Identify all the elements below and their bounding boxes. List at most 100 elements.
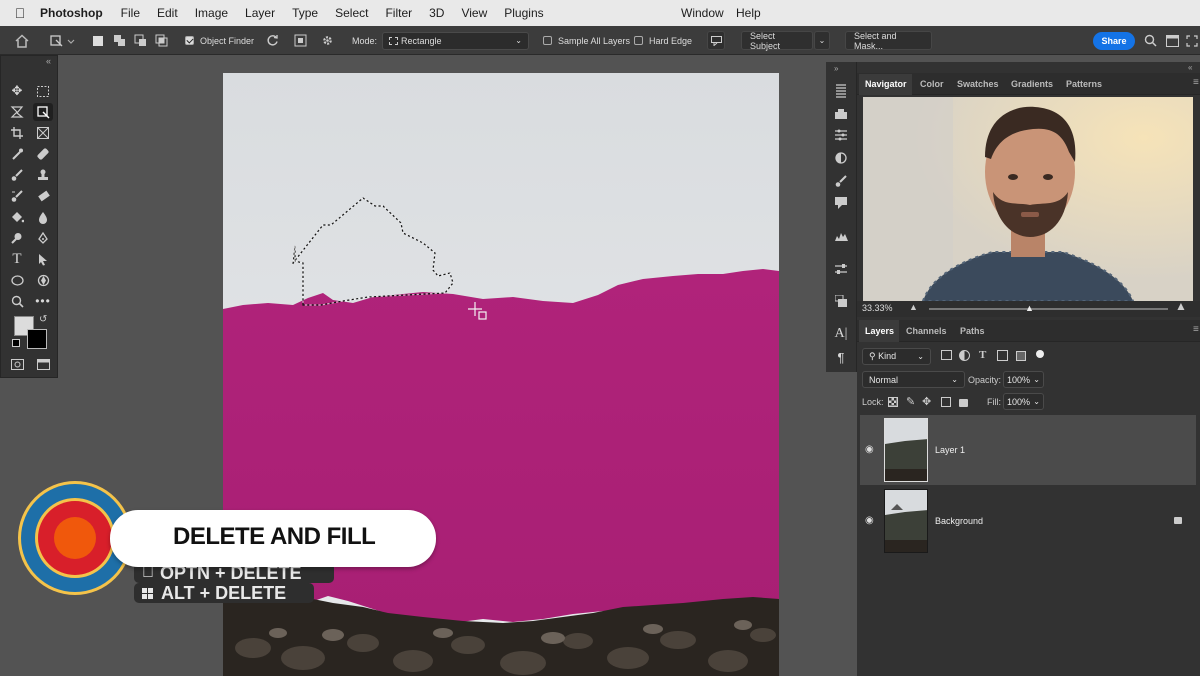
select-subject-dropdown[interactable]: ⌄ (814, 31, 830, 50)
refresh-icon[interactable] (266, 26, 279, 55)
menu-select[interactable]: Select (335, 6, 368, 20)
eyedropper-tool-icon[interactable] (7, 145, 27, 163)
layer-kind-filter[interactable]: ⚲ Kind ⌄ (862, 348, 931, 365)
eye-icon[interactable]: ◉ (865, 444, 874, 455)
marquee-tool-icon[interactable] (33, 82, 53, 100)
background-color-swatch[interactable] (27, 329, 47, 349)
brush-tool-icon[interactable] (7, 166, 27, 184)
paragraph-panel-icon[interactable]: ¶ (831, 348, 851, 366)
collapse-panels-icon[interactable]: « (1188, 63, 1192, 72)
object-finder-checkbox[interactable]: Object Finder (185, 26, 254, 55)
feedback-icon[interactable] (707, 26, 725, 55)
navigator-zoom-value[interactable]: 33.33% (862, 303, 893, 313)
gear-icon[interactable] (321, 26, 334, 55)
type-tool-icon[interactable]: T (7, 250, 27, 268)
rotate-view-tool-icon[interactable] (33, 271, 53, 289)
clone-stamp-tool-icon[interactable] (33, 166, 53, 184)
ellipse-tool-icon[interactable] (7, 271, 27, 289)
filter-smart-object-icon[interactable] (1016, 351, 1026, 361)
layer-name[interactable]: Layer 1 (935, 445, 965, 455)
lock-position-icon[interactable]: ✥ (922, 395, 931, 408)
zoom-slider-thumb[interactable]: ▲ (1025, 303, 1034, 313)
select-and-mask-button[interactable]: Select and Mask... (845, 31, 932, 51)
lock-all-icon[interactable] (959, 399, 968, 407)
properties-panel-icon[interactable] (831, 149, 851, 167)
filter-toggle-icon[interactable] (1036, 350, 1044, 358)
paint-bucket-tool-icon[interactable] (7, 208, 27, 226)
layer-comps-panel-icon[interactable] (831, 292, 851, 310)
add-selection-icon[interactable] (113, 26, 126, 55)
screen-mode-icon[interactable] (33, 355, 53, 373)
mode-select[interactable]: Rectangle ⌄ (382, 31, 529, 50)
fill-input[interactable]: 100% ⌄ (1003, 393, 1044, 410)
menu-image[interactable]: Image (195, 6, 228, 20)
menu-window[interactable]: Window (681, 6, 724, 20)
tab-layers[interactable]: Layers (865, 326, 894, 336)
swap-colors-icon[interactable]: ↺ (39, 314, 47, 325)
home-icon[interactable] (14, 26, 30, 55)
sample-all-layers-checkbox[interactable]: Sample All Layers (543, 26, 630, 55)
menu-view[interactable]: View (461, 6, 487, 20)
lock-artboard-icon[interactable] (941, 397, 951, 407)
blend-mode-select[interactable]: Normal ⌄ (862, 371, 965, 388)
menu-3d[interactable]: 3D (429, 6, 444, 20)
tab-navigator[interactable]: Navigator (865, 79, 907, 89)
quick-mask-icon[interactable] (7, 355, 27, 373)
eraser-tool-icon[interactable] (33, 187, 53, 205)
menu-help[interactable]: Help (736, 6, 761, 20)
tab-color[interactable]: Color (920, 79, 944, 89)
menu-file[interactable]: File (121, 6, 140, 20)
brushes-panel-icon[interactable] (831, 172, 851, 190)
intersect-selection-icon[interactable] (155, 26, 168, 55)
histogram-panel-icon[interactable] (831, 227, 851, 245)
menu-edit[interactable]: Edit (157, 6, 178, 20)
menu-layer[interactable]: Layer (245, 6, 275, 20)
expand-panels-icon[interactable]: » (834, 64, 838, 73)
frame-tool-icon[interactable] (33, 124, 53, 142)
comments-panel-icon[interactable] (831, 194, 851, 212)
lasso-tool-icon[interactable] (7, 103, 27, 121)
zoom-out-icon[interactable]: ▲ (909, 302, 918, 312)
menu-type[interactable]: Type (292, 6, 318, 20)
dodge-tool-icon[interactable] (7, 229, 27, 247)
default-colors-icon[interactable] (12, 339, 20, 347)
menu-filter[interactable]: Filter (385, 6, 412, 20)
filter-type-icon[interactable]: T (979, 349, 986, 361)
zoom-slider-track[interactable] (929, 308, 1168, 310)
history-brush-tool-icon[interactable] (7, 187, 27, 205)
layer-row[interactable]: ◉ Layer 1 (860, 415, 1196, 485)
zoom-tool-icon[interactable] (7, 292, 27, 310)
actions-panel-icon[interactable] (831, 260, 851, 278)
more-tools-icon[interactable]: ••• (33, 292, 53, 310)
libraries-panel-icon[interactable] (831, 105, 851, 123)
select-subject-button[interactable]: Select Subject (741, 31, 813, 51)
tab-paths[interactable]: Paths (960, 326, 985, 336)
filter-pixel-icon[interactable] (941, 350, 952, 360)
hard-edge-checkbox[interactable]: Hard Edge (634, 26, 692, 55)
opacity-input[interactable]: 100% ⌄ (1003, 371, 1044, 388)
share-button[interactable]: Share (1093, 31, 1135, 50)
character-panel-icon[interactable]: A| (831, 325, 851, 343)
tab-swatches[interactable]: Swatches (957, 79, 999, 89)
menu-plugins[interactable]: Plugins (504, 6, 543, 20)
move-tool-icon[interactable]: ✥ (7, 82, 27, 100)
filter-shape-icon[interactable] (997, 350, 1008, 361)
layer-row[interactable]: ◉ Background (860, 486, 1196, 556)
path-selection-tool-icon[interactable] (33, 250, 53, 268)
lock-image-icon[interactable]: ✎ (906, 395, 915, 408)
expand-icon[interactable] (1186, 26, 1198, 55)
collapse-arrows-icon[interactable]: « (46, 56, 51, 66)
lock-transparent-icon[interactable] (888, 397, 898, 407)
subtract-selection-icon[interactable] (134, 26, 147, 55)
search-icon[interactable] (1144, 26, 1157, 55)
apple-icon[interactable]:  (0, 5, 40, 21)
tab-gradients[interactable]: Gradients (1011, 79, 1053, 89)
tool-preset-picker[interactable] (50, 26, 76, 55)
panel-menu-icon[interactable]: ≡ (1193, 77, 1199, 88)
show-objects-icon[interactable] (294, 26, 307, 55)
menu-app-photoshop[interactable]: Photoshop (40, 6, 103, 20)
new-selection-icon[interactable] (92, 26, 104, 55)
tab-patterns[interactable]: Patterns (1066, 79, 1102, 89)
zoom-in-icon[interactable]: ▲ (1175, 299, 1187, 313)
pen-tool-icon[interactable] (33, 229, 53, 247)
